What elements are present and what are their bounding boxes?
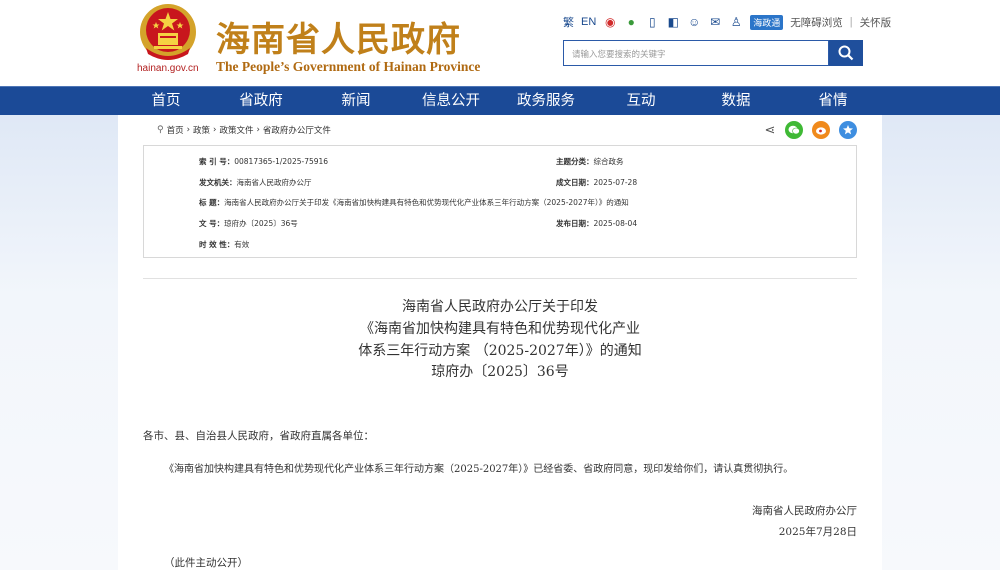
breadcrumb-home[interactable]: 首页: [167, 124, 184, 136]
breadcrumb-separator: ›: [256, 125, 260, 135]
meta-title-label: 标 题：: [199, 198, 225, 207]
lang-english-link[interactable]: EN: [581, 16, 596, 28]
meta-pubdate: 发布日期：2025-08-04: [556, 218, 637, 229]
lang-traditional-link[interactable]: 繁: [563, 14, 574, 30]
site-logo-title[interactable]: 海南省人民政府: [216, 12, 461, 61]
article-title-line-1: 海南省人民政府办公厅关于印发: [402, 299, 598, 315]
share-bar: ⋖: [764, 121, 857, 139]
article-title-line-3: 体系三年行动方案 （2025-2027年）》的通知: [358, 343, 642, 359]
favorite-share-icon[interactable]: [839, 121, 857, 139]
article-title-line-2: 《海南省加快构建具有特色和优势现代化产业: [360, 321, 640, 337]
meta-topic-value: 综合政务: [593, 157, 624, 166]
hzt-badge[interactable]: 海政通: [750, 14, 784, 30]
search-button[interactable]: [829, 40, 863, 66]
breadcrumb-policy-documents[interactable]: 政策文件: [219, 124, 253, 136]
main-nav: 首页 省政府 新闻 信息公开 政务服务 互动 数据 省情: [0, 86, 1000, 115]
section-divider: [143, 278, 857, 279]
meta-title: 标 题：海南省人民政府办公厅关于印发《海南省加快构建具有特色和优势现代化产业体系…: [199, 197, 629, 208]
breadcrumb-policy[interactable]: 政策: [193, 124, 210, 136]
meta-docno: 文 号：琼府办〔2025〕36号: [199, 218, 298, 229]
user-icon[interactable]: ♙: [729, 15, 743, 29]
breadcrumb-separator: ›: [213, 125, 217, 135]
national-emblem-icon[interactable]: [136, 2, 200, 64]
robot-icon[interactable]: ☺: [687, 15, 701, 29]
wechat-icon[interactable]: ●: [624, 15, 638, 29]
location-pin-icon: ⚲: [157, 125, 164, 135]
nav-item-government[interactable]: 省政府: [216, 87, 306, 116]
nav-item-interaction[interactable]: 互动: [596, 87, 686, 116]
toolbar-divider: |: [849, 16, 853, 28]
nav-item-disclosure[interactable]: 信息公开: [406, 87, 496, 116]
meta-date: 成文日期：2025-07-28: [556, 177, 637, 188]
meta-issuer-value: 海南省人民政府办公厅: [236, 178, 312, 187]
app-icon[interactable]: ◧: [666, 15, 680, 29]
search-input[interactable]: 请输入您要搜索的关键字: [563, 40, 829, 66]
breadcrumb-office-documents[interactable]: 省政府办公厅文件: [263, 124, 331, 136]
accessibility-link[interactable]: 无障碍浏览: [790, 15, 843, 30]
search-icon: [838, 45, 854, 61]
article-public-note: （此件主动公开）: [164, 557, 248, 569]
meta-issuer-label: 发文机关：: [199, 178, 237, 187]
meta-index: 索 引 号：00817365-1/2025-75916: [199, 156, 328, 167]
breadcrumb-separator: ›: [186, 125, 191, 135]
nav-item-home[interactable]: 首页: [121, 87, 211, 116]
meta-date-label: 成文日期：: [556, 178, 594, 187]
nav-item-services[interactable]: 政务服务: [501, 87, 591, 116]
emblem-url-text: hainan.gov.cn: [137, 63, 199, 74]
senior-mode-link[interactable]: 关怀版: [860, 15, 892, 30]
mobile-icon[interactable]: ▯: [645, 15, 659, 29]
meta-title-value: 海南省人民政府办公厅关于印发《海南省加快构建具有特色和优势现代化产业体系三年行动…: [224, 198, 629, 207]
article-signature: 海南省人民政府办公厅: [752, 505, 857, 517]
wechat-share-icon[interactable]: [785, 121, 803, 139]
article-paragraph: 《海南省加快构建具有特色和优势现代化产业体系三年行动方案（2025-2027年）…: [164, 464, 794, 475]
meta-topic: 主题分类：综合政务: [556, 156, 624, 167]
meta-issuer: 发文机关：海南省人民政府办公厅: [199, 177, 312, 188]
site-logo-subtitle: The People’s Government of Hainan Provin…: [216, 59, 481, 74]
weibo-icon[interactable]: ◉: [603, 15, 617, 29]
top-toolbar: 繁 EN ◉ ● ▯ ◧ ☺ ✉ ♙ 海政通 无障碍浏览 | 关怀版: [563, 12, 891, 32]
nav-item-province-info[interactable]: 省情: [788, 87, 878, 116]
meta-validity-value: 有效: [234, 240, 250, 249]
meta-topic-label: 主题分类：: [556, 157, 594, 166]
weibo-share-icon[interactable]: [812, 121, 830, 139]
breadcrumb: ⚲ 首页 › 政策 › 政策文件 › 省政府办公厅文件: [157, 124, 331, 136]
meta-pubdate-value: 2025-08-04: [593, 219, 638, 228]
meta-date-value: 2025-07-28: [593, 178, 638, 187]
meta-index-value: 00817365-1/2025-75916: [234, 157, 329, 166]
nav-item-data[interactable]: 数据: [691, 87, 781, 116]
article-salutation: 各市、县、自治县人民政府，省政府直属各单位：: [143, 430, 374, 442]
site-header: hainan.gov.cn 海南省人民政府 The People’s Gover…: [0, 0, 1000, 86]
meta-docno-label: 文 号：: [199, 219, 225, 228]
meta-docno-value: 琼府办〔2025〕36号: [224, 219, 298, 228]
article-sign-date: 2025年7月28日: [778, 526, 857, 538]
meta-pubdate-label: 发布日期：: [556, 219, 594, 228]
meta-index-label: 索 引 号：: [199, 157, 235, 166]
nav-item-news[interactable]: 新闻: [311, 87, 401, 116]
meta-validity: 时 效 性：有效: [199, 239, 249, 250]
article-doc-number: 琼府办〔2025〕36号: [431, 364, 569, 380]
share-icon[interactable]: ⋖: [764, 121, 776, 139]
mail-icon[interactable]: ✉: [708, 15, 722, 29]
meta-validity-label: 时 效 性：: [199, 240, 235, 249]
